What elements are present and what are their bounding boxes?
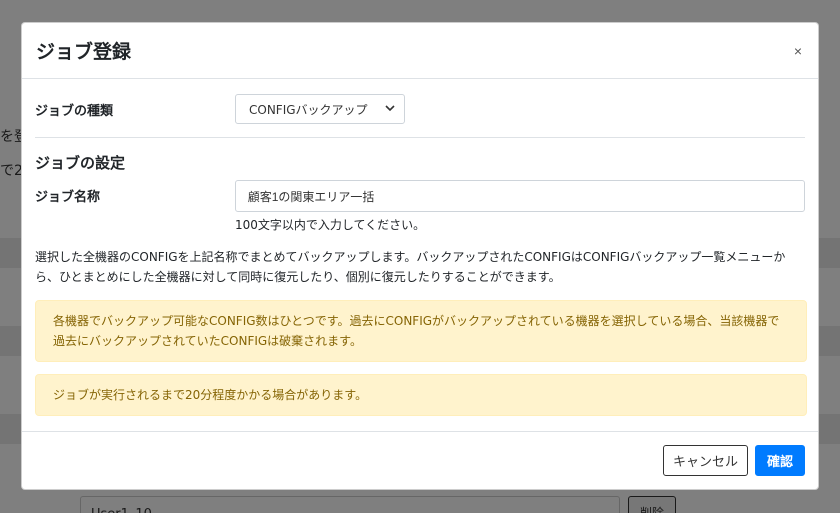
confirm-button[interactable]: 確認 bbox=[754, 445, 805, 476]
chevron-down-icon bbox=[385, 105, 395, 112]
job-name-row: ジョブ名称 bbox=[35, 180, 805, 212]
cancel-button[interactable]: キャンセル bbox=[662, 445, 748, 476]
job-name-input[interactable] bbox=[234, 180, 805, 212]
modal-title: ジョブ登録 bbox=[36, 41, 132, 63]
job-register-modal: ジョブ登録 × ジョブの種類 CONFIGバックアップ ジョブの設定 ジョブ名称… bbox=[21, 22, 819, 490]
job-type-selected-value: CONFIGバックアップ bbox=[249, 102, 368, 117]
modal-body: ジョブの種類 CONFIGバックアップ ジョブの設定 ジョブ名称 100文字以内… bbox=[22, 79, 818, 433]
job-type-select[interactable]: CONFIGバックアップ bbox=[235, 94, 405, 124]
job-name-help-text: 100文字以内で入力してください。 bbox=[235, 218, 426, 232]
job-description: 選択した全機器のCONFIGを上記名称でまとめてバックアップします。バックアップ… bbox=[35, 250, 786, 284]
warning-alert-duration: ジョブが実行されるまで20分程度かかる場合があります。 bbox=[35, 374, 807, 416]
job-name-label: ジョブ名称 bbox=[35, 190, 101, 205]
warning-alert-config: 各機器でバックアップ可能なCONFIG数はひとつです。過去にCONFIGがバック… bbox=[35, 300, 807, 362]
modal-footer: キャンセル 確認 bbox=[22, 431, 818, 489]
job-type-row: ジョブの種類 CONFIGバックアップ bbox=[35, 79, 805, 138]
close-icon[interactable]: × bbox=[790, 43, 806, 59]
modal-header: ジョブ登録 × bbox=[22, 23, 818, 79]
settings-section-title: ジョブの設定 bbox=[35, 154, 126, 172]
job-type-label: ジョブの種類 bbox=[35, 103, 114, 119]
